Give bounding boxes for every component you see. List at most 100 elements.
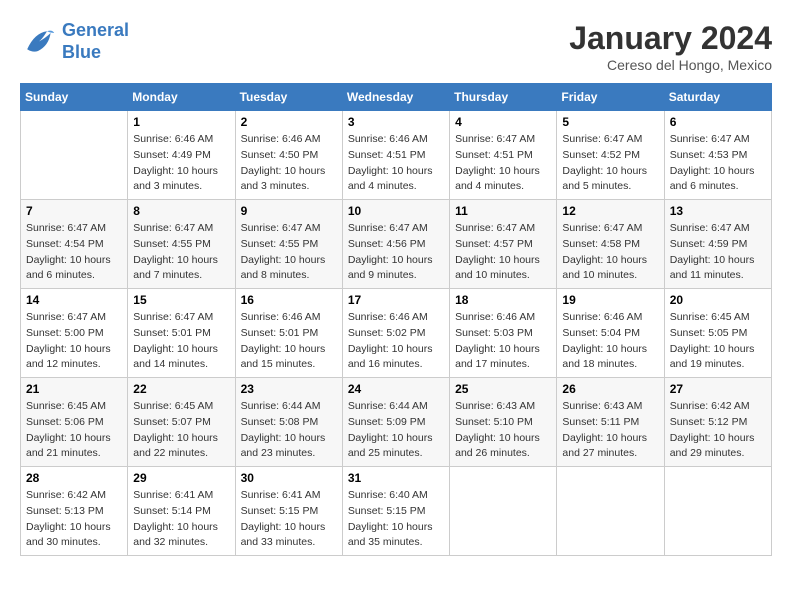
weekday-header-tuesday: Tuesday [235,84,342,111]
sunset-text: Sunset: 4:51 PM [348,149,426,161]
daylight-text: Daylight: 10 hours [241,521,326,533]
sunrise-text: Sunrise: 6:47 AM [26,311,106,323]
sunset-text: Sunset: 5:14 PM [133,505,211,517]
calendar-cell: 22 Sunrise: 6:45 AM Sunset: 5:07 PM Dayligh… [128,378,235,467]
logo: General Blue [20,20,129,63]
day-number: 7 [26,204,122,218]
day-info: Sunrise: 6:46 AMSunset: 5:03 PMDaylight:… [455,310,551,373]
sunrise-text: Sunrise: 6:46 AM [348,311,428,323]
day-info: Sunrise: 6:46 AMSunset: 5:02 PMDaylight:… [348,310,444,373]
day-number: 10 [348,204,444,218]
sunset-text: Sunset: 5:12 PM [670,416,748,428]
day-info: Sunrise: 6:47 AMSunset: 5:00 PMDaylight:… [26,310,122,373]
day-info: Sunrise: 6:44 AMSunset: 5:08 PMDaylight:… [241,399,337,462]
day-number: 9 [241,204,337,218]
day-number: 30 [241,471,337,485]
weekday-header-row: SundayMondayTuesdayWednesdayThursdayFrid… [21,84,772,111]
calendar-cell: 28Sunrise: 6:42 AMSunset: 5:13 PMDayligh… [21,467,128,556]
calendar-cell: 5Sunrise: 6:47 AMSunset: 4:52 PMDaylight… [557,111,664,200]
daylight-text: Daylight: 10 hours [670,432,755,444]
daylight-text: and 21 minutes. [26,447,101,459]
calendar-cell [450,467,557,556]
daylight-text: and 25 minutes. [348,447,423,459]
sunset-text: Sunset: 5:09 PM [348,416,426,428]
day-number: 21 [26,382,122,396]
daylight-text: and 19 minutes. [670,358,745,370]
day-number: 25 [455,382,551,396]
daylight-text: and 23 minutes. [241,447,316,459]
calendar-cell [21,111,128,200]
logo-line1: General [62,20,129,40]
day-info: Sunrise: 6:47 AMSunset: 4:53 PMDaylight:… [670,132,766,195]
daylight-text: Daylight: 10 hours [562,254,647,266]
weekday-header-friday: Friday [557,84,664,111]
day-info: Sunrise: 6:47 AMSunset: 4:55 PMDaylight:… [133,221,229,284]
calendar-cell: 23 Sunrise: 6:44 AMSunset: 5:08 PMDayligh… [235,378,342,467]
day-info: Sunrise: 6:43 AMSunset: 5:11 PMDaylight:… [562,399,658,462]
sunrise-text: Sunrise: 6:44 AM [241,400,321,412]
sunrise-text: Sunrise: 6:45 AM [133,400,213,412]
day-info: Sunrise: 6:45 AM Sunset: 5:07 PM Daylight:… [133,399,229,462]
sunrise-text: Sunrise: 6:42 AM [670,400,750,412]
daylight-text: and 10 minutes. [455,269,530,281]
day-info: Sunrise: 6:42 AM Sunset: 5:12 PM Daylight:… [670,399,766,462]
daylight-text: Daylight: 10 hours [455,343,540,355]
daylight-text: and 33 minutes. [241,536,316,548]
calendar-cell: 8 Sunrise: 6:47 AMSunset: 4:55 PMDaylight… [128,200,235,289]
daylight-text: and 27 minutes. [562,447,637,459]
daylight-text: Daylight: 10 hours [241,343,326,355]
daylight-text: Daylight: 10 hours [26,432,111,444]
day-number: 6 [670,115,766,129]
calendar-cell: 7 Sunrise: 6:47 AMSunset: 4:54 PMDaylight… [21,200,128,289]
calendar-cell: 4Sunrise: 6:47 AMSunset: 4:51 PMDaylight… [450,111,557,200]
daylight-text: and 17 minutes. [455,358,530,370]
day-number: 15 [133,293,229,307]
day-number: 23 [241,382,337,396]
sunset-text: Sunset: 5:04 PM [562,327,640,339]
sunrise-text: Sunrise: 6:47 AM [348,222,428,234]
calendar-cell: 31Sunrise: 6:40 AMSunset: 5:15 PMDayligh… [342,467,449,556]
calendar-cell: 16Sunrise: 6:46 AMSunset: 5:01 PMDayligh… [235,289,342,378]
daylight-text: Daylight: 10 hours [670,254,755,266]
sunset-text: Sunset: 5:05 PM [670,327,748,339]
daylight-text: Daylight: 10 hours [241,432,326,444]
sunset-text: Sunset: 5:10 PM [455,416,533,428]
day-info: Sunrise: 6:46 AMSunset: 4:51 PMDaylight:… [348,132,444,195]
sunset-text: Sunset: 5:03 PM [455,327,533,339]
day-number: 8 [133,204,229,218]
daylight-text: Daylight: 10 hours [562,343,647,355]
daylight-text: Daylight: 10 hours [455,254,540,266]
sunset-text: Sunset: 5:11 PM [562,416,639,428]
daylight-text: Daylight: 10 hours [133,432,218,444]
day-info: Sunrise: 6:47 AMSunset: 4:54 PMDaylight:… [26,221,122,284]
sunrise-text: Sunrise: 6:47 AM [133,311,213,323]
weekday-header-saturday: Saturday [664,84,771,111]
daylight-text: and 12 minutes. [26,358,101,370]
calendar-cell: 6 Sunrise: 6:47 AMSunset: 4:53 PMDaylight… [664,111,771,200]
sunset-text: Sunset: 5:07 PM [133,416,211,428]
calendar-cell: 17Sunrise: 6:46 AMSunset: 5:02 PMDayligh… [342,289,449,378]
day-number: 2 [241,115,337,129]
day-number: 19 [562,293,658,307]
sunrise-text: Sunrise: 6:47 AM [133,222,213,234]
daylight-text: and 22 minutes. [133,447,208,459]
sunrise-text: Sunrise: 6:43 AM [455,400,535,412]
daylight-text: Daylight: 10 hours [348,343,433,355]
daylight-text: Daylight: 10 hours [562,165,647,177]
daylight-text: and 7 minutes. [133,269,202,281]
logo-text: General Blue [62,20,129,63]
sunrise-text: Sunrise: 6:46 AM [241,133,321,145]
calendar-cell: 20Sunrise: 6:45 AMSunset: 5:05 PMDayligh… [664,289,771,378]
sunset-text: Sunset: 4:51 PM [455,149,533,161]
sunrise-text: Sunrise: 6:40 AM [348,489,428,501]
day-info: Sunrise: 6:47 AMSunset: 4:56 PMDaylight:… [348,221,444,284]
month-title: January 2024 [569,20,772,57]
daylight-text: Daylight: 10 hours [455,432,540,444]
title-block: January 2024 Cereso del Hongo, Mexico [569,20,772,73]
sunrise-text: Sunrise: 6:44 AM [348,400,428,412]
calendar-cell: 13Sunrise: 6:47 AMSunset: 4:59 PMDayligh… [664,200,771,289]
day-number: 22 [133,382,229,396]
weekday-header-monday: Monday [128,84,235,111]
calendar-week-row: 7Sunrise: 6:47 AMSunset: 4:54 PMDaylight… [21,200,772,289]
sunset-text: Sunset: 4:54 PM [26,238,104,250]
